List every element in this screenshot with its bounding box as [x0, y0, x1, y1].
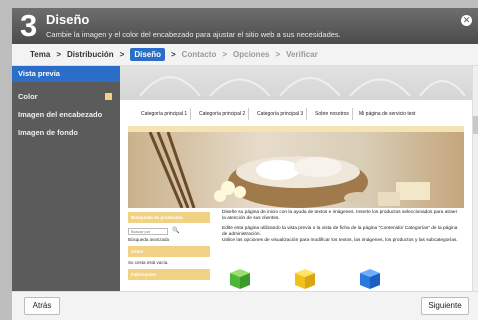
preview-search-input[interactable]: Buscar por	[128, 228, 168, 235]
product-image[interactable]	[228, 265, 252, 289]
wizard-subtitle: Cambie la imagen y el color del encabeza…	[46, 30, 341, 39]
preview-nav-item[interactable]: Categoría principal 2	[196, 108, 250, 120]
sidebar-item-color[interactable]: Color	[12, 89, 120, 105]
preview-paragraph: Utilice las opciones de visualización pa…	[222, 238, 458, 243]
breadcrumb-separator: >	[119, 50, 125, 59]
preview-advanced-search[interactable]: Búsqueda avanzada	[128, 237, 169, 242]
preview-nav-item[interactable]: Mi página de servicio test	[356, 108, 418, 120]
preview-paragraph: Edite esta página utilizando la vista pr…	[222, 226, 458, 237]
search-icon[interactable]: 🔍	[172, 227, 179, 234]
breadcrumb-step-opciones[interactable]: Opciones	[233, 50, 269, 59]
sidebar-item-header-image[interactable]: Imagen del encabezado	[12, 107, 120, 123]
breadcrumb: Tema > Distribución > Diseño > Contacto …	[12, 44, 478, 66]
sidebar-item-label: Imagen del encabezado	[18, 110, 103, 119]
preview-sidebar: Búsqueda de productos Buscar por 🔍 Búsqu…	[128, 208, 210, 291]
preview-paragraph: Diseñe su página de inicio con la ayuda …	[222, 210, 458, 221]
preview-header-banner	[120, 66, 472, 100]
sidebar-item-label: Imagen de fondo	[18, 128, 78, 137]
product-image[interactable]	[358, 265, 382, 289]
preview-page: Categoría principal 1 Categoría principa…	[128, 100, 464, 291]
breadcrumb-separator: >	[56, 50, 61, 59]
breadcrumb-step-diseno[interactable]: Diseño	[130, 48, 165, 61]
preview-nav-item[interactable]: Sobre nosotros	[312, 108, 353, 120]
wizard-title: Diseño	[46, 12, 90, 27]
preview-nav-item[interactable]: Categoría principal 3	[254, 108, 308, 120]
breadcrumb-step-tema[interactable]: Tema	[30, 50, 50, 59]
close-icon[interactable]: ✕	[461, 15, 472, 26]
preview-scrollbar[interactable]	[472, 66, 478, 291]
preview-cart-text: Su cesta está vacía.	[128, 260, 169, 265]
breadcrumb-step-contacto[interactable]: Contacto	[182, 50, 217, 59]
wizard-footer: Atrás Siguiente	[12, 291, 478, 320]
color-swatch	[105, 93, 112, 100]
breadcrumb-separator: >	[275, 50, 281, 59]
spa-photo	[148, 132, 430, 208]
preview-nav: Categoría principal 1 Categoría principa…	[128, 108, 464, 120]
preview-box-title: Cesta	[128, 246, 210, 257]
breadcrumb-separator: >	[222, 50, 228, 59]
preview-box-title: Búsqueda de productos	[128, 212, 210, 223]
sidebar-item-label: Vista previa	[18, 69, 60, 78]
breadcrumb-step-distribucion[interactable]: Distribución	[67, 50, 114, 59]
breadcrumb-separator: >	[171, 50, 176, 59]
preview-nav-item[interactable]: Categoría principal 1	[138, 108, 192, 120]
ornament-pattern	[139, 76, 466, 97]
site-preview: Categoría principal 1 Categoría principa…	[120, 66, 472, 291]
design-sidebar: Vista previa Color Imagen del encabezado…	[12, 66, 120, 291]
sidebar-item-background-image[interactable]: Imagen de fondo	[12, 125, 120, 141]
wizard-header: 3 Diseño Cambie la imagen y el color del…	[12, 8, 478, 44]
breadcrumb-step-verificar[interactable]: Verificar	[286, 50, 318, 59]
back-button[interactable]: Atrás	[24, 297, 60, 315]
design-wizard-dialog: 3 Diseño Cambie la imagen y el color del…	[12, 8, 478, 320]
step-number: 3	[20, 8, 38, 43]
sidebar-item-preview[interactable]: Vista previa	[12, 66, 120, 82]
product-image[interactable]	[293, 265, 317, 289]
preview-main-content: Diseñe su página de inicio con la ayuda …	[222, 210, 462, 244]
preview-box-title: Fabricantes	[128, 269, 210, 280]
next-button[interactable]: Siguiente	[421, 297, 469, 315]
scrollbar-thumb[interactable]	[473, 116, 478, 134]
sidebar-item-label: Color	[18, 92, 38, 101]
preview-hero-image	[128, 132, 464, 208]
